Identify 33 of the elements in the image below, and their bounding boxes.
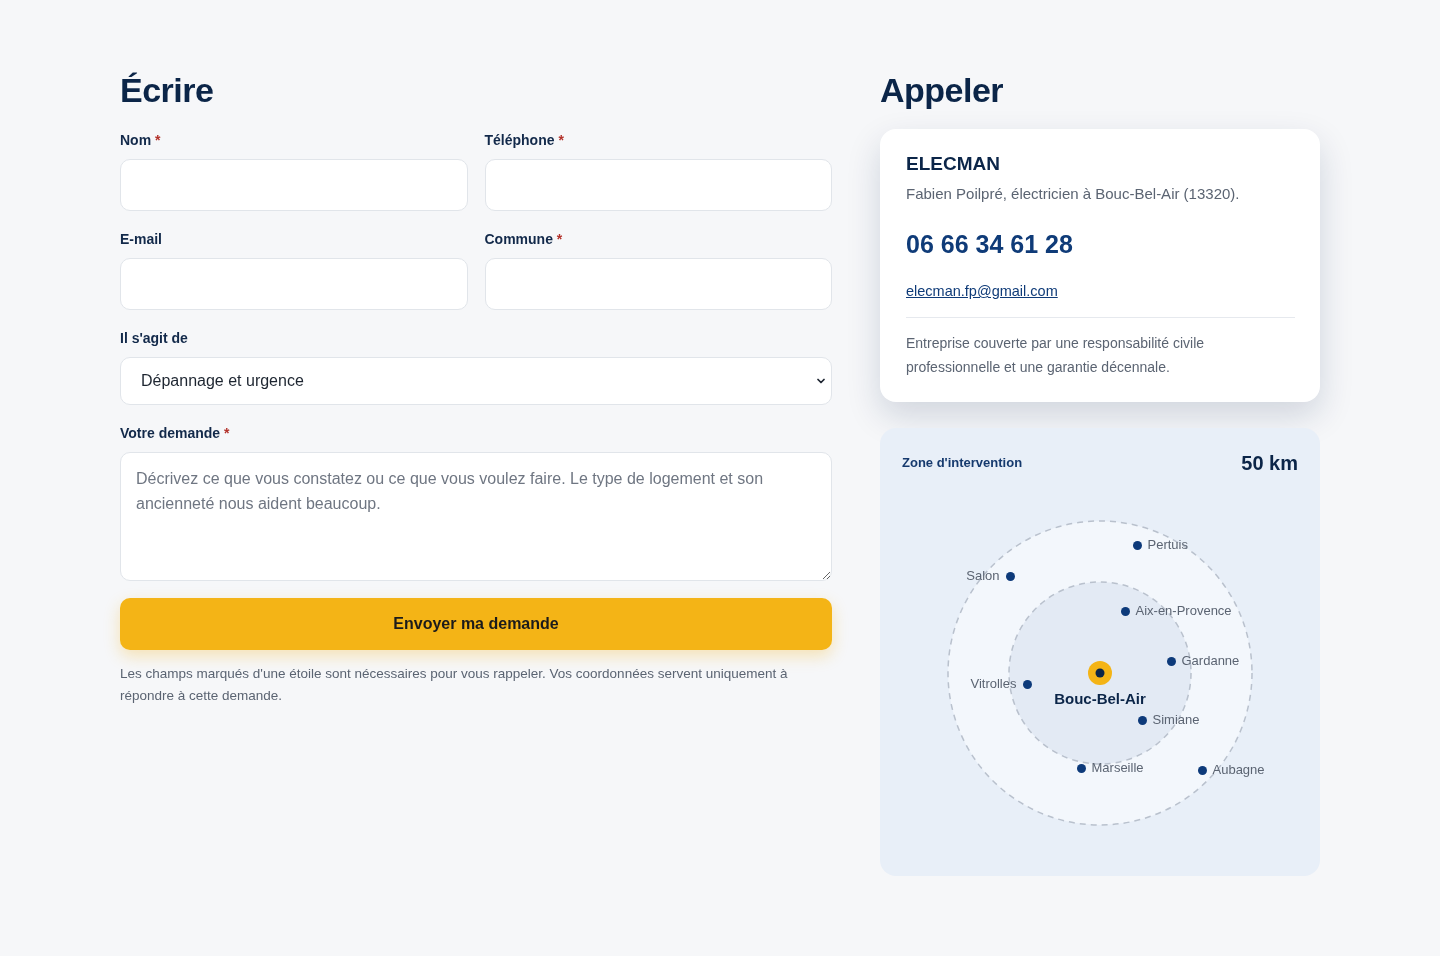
- phone-link[interactable]: 06 66 34 61 28: [906, 229, 1073, 259]
- city-label: Marseille: [1091, 759, 1144, 777]
- city-label: Vitrolles: [970, 675, 1017, 693]
- city-label: Salon: [966, 567, 1000, 585]
- form-note: Les champs marqués d'une étoile sont nécessaires pour vous rappeler. Vos coordonnées servent uniquement à répondre à cette demande.: [120, 665, 789, 705]
- input-field[interactable]: [120, 159, 468, 211]
- town-label: Bouc-Bel-Air: [1054, 689, 1146, 709]
- city-label: Aix-en-Provence: [1135, 602, 1232, 620]
- select-field[interactable]: Dépannage et urgence: [120, 357, 832, 405]
- submit-button[interactable]: Envoyer ma demande: [120, 598, 832, 650]
- field-label: Votre demande *: [120, 424, 230, 443]
- email-link[interactable]: elecman.fp@gmail.com: [906, 280, 1058, 302]
- input-field[interactable]: [484, 159, 832, 211]
- city-label: Pertuis: [1147, 536, 1188, 554]
- field-label: E-mail: [120, 230, 162, 249]
- input-field[interactable]: [484, 258, 832, 310]
- company-name: ELECMAN: [906, 152, 1000, 176]
- field-label: Commune *: [484, 230, 563, 249]
- company-description: Fabien Poilpré, électricien à Bouc-Bel-Air (13320).: [906, 184, 1240, 204]
- insurance-text: Entreprise couverte par une responsabilité civile professionnelle et une garantie décennale.: [906, 334, 1206, 377]
- form-title: Écrire: [120, 70, 214, 110]
- contact-title: Appeler: [880, 70, 1004, 110]
- field-label: Il s'agit de: [120, 329, 188, 348]
- field-label: Nom *: [120, 131, 161, 150]
- zone-radius: 50 km: [1241, 451, 1298, 476]
- city-label: Gardanne: [1181, 652, 1240, 670]
- city-label: Aubagne: [1212, 761, 1265, 779]
- city-label: Simiane: [1152, 711, 1200, 729]
- location-marker-icon: [1088, 661, 1112, 685]
- input-field[interactable]: [120, 258, 468, 310]
- field-label: Téléphone *: [484, 131, 564, 150]
- message-field[interactable]: Décrivez ce que vous constatez ou ce que vous voulez faire. Le type de logement et son ancienneté nous aident beaucoup.: [120, 452, 832, 581]
- zone-label: Zone d'intervention: [902, 454, 1023, 472]
